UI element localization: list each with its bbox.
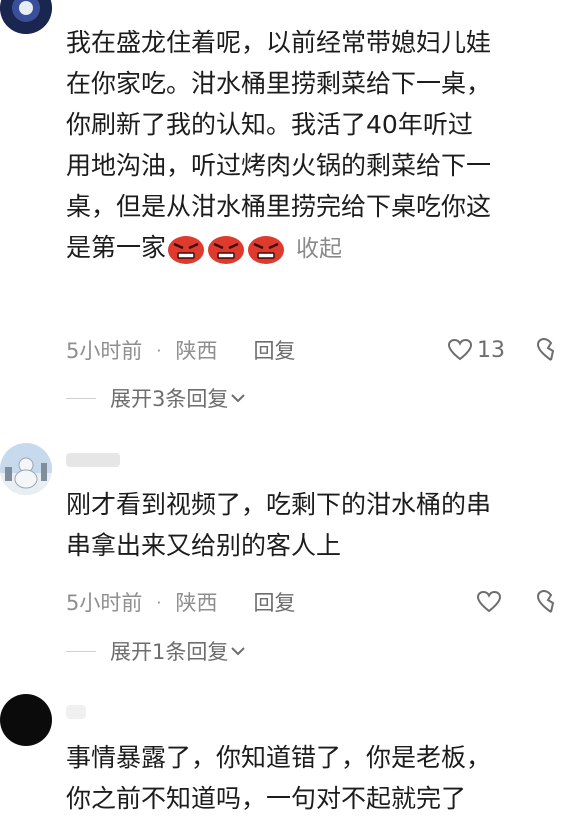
username-placeholder[interactable] — [66, 705, 86, 719]
broken-heart-icon — [536, 337, 555, 361]
reply-button[interactable]: 回复 — [253, 335, 295, 365]
comment-line: 你刷新了我的认知。我活了40年听过 — [66, 110, 473, 139]
comment-meta: 5小时前 · 陕西 回复 — [66, 333, 295, 367]
avatar[interactable] — [0, 694, 52, 746]
region-label: 陕西 — [175, 591, 218, 615]
like-count: 13 — [477, 337, 505, 363]
avatar[interactable] — [0, 0, 52, 34]
like-button[interactable] — [476, 585, 506, 619]
heart-outline-icon — [476, 590, 502, 613]
expand-replies-button[interactable]: 展开1条回复 — [66, 634, 246, 668]
comment-line: 在你家吃。泔水桶里捞剩菜给下一桌， — [66, 69, 492, 98]
username-placeholder[interactable] — [66, 453, 120, 467]
separator-dot: · — [156, 592, 162, 612]
comment-line: 桌，但是从泔水桶里捞完给下桌吃你这 — [66, 192, 492, 221]
divider — [66, 397, 96, 399]
comment-line: 用地沟油，听过烤肉火锅的剩菜给下一 — [66, 151, 492, 180]
chevron-down-icon — [231, 647, 246, 656]
dislike-button[interactable] — [536, 333, 562, 367]
expand-replies-button[interactable]: 展开3条回复 — [66, 381, 246, 415]
angry-face-emoji-icon — [168, 236, 205, 264]
separator-dot: · — [156, 340, 162, 360]
comment-line: 我在盛龙住着呢，以前经常带媳妇儿娃 — [66, 28, 492, 57]
timestamp: 5小时前 — [66, 591, 143, 615]
comment-line: 串拿出来又给别的客人上 — [66, 531, 342, 560]
expand-replies-label: 展开3条回复 — [110, 387, 229, 411]
chevron-down-icon — [231, 394, 246, 403]
region-label: 陕西 — [175, 339, 218, 363]
expand-replies-label: 展开1条回复 — [110, 640, 229, 664]
divider — [66, 650, 96, 652]
reply-button[interactable]: 回复 — [253, 587, 295, 617]
angry-face-emoji-icon — [208, 236, 245, 264]
comment-text: 我在盛龙住着呢，以前经常带媳妇儿娃 在你家吃。泔水桶里捞剩菜给下一桌， 你刷新了… — [66, 22, 562, 270]
angry-face-emoji-icon — [248, 236, 285, 264]
avatar[interactable] — [0, 443, 52, 495]
comment-text: 事情暴露了，你知道错了，你是老板， 你之前不知道吗，一句对不起就完了 — [66, 737, 562, 819]
comment-meta: 5小时前 · 陕西 回复 — [66, 585, 295, 619]
comment-line: 事情暴露了，你知道错了，你是老板， — [66, 743, 492, 772]
comment-line: 你之前不知道吗，一句对不起就完了 — [66, 784, 467, 813]
timestamp: 5小时前 — [66, 339, 143, 363]
comment-line: 是第一家 — [66, 233, 167, 262]
comment-text: 刚才看到视频了，吃剩下的泔水桶的串 串拿出来又给别的客人上 — [66, 484, 562, 566]
comment-line: 刚才看到视频了，吃剩下的泔水桶的串 — [66, 490, 492, 519]
like-button[interactable]: 13 — [447, 333, 505, 367]
heart-outline-icon — [447, 338, 473, 361]
collapse-button[interactable]: 收起 — [296, 229, 342, 270]
dislike-button[interactable] — [536, 585, 562, 619]
broken-heart-icon — [536, 589, 555, 613]
comment-last-line: 是第一家 收起 — [66, 227, 562, 270]
